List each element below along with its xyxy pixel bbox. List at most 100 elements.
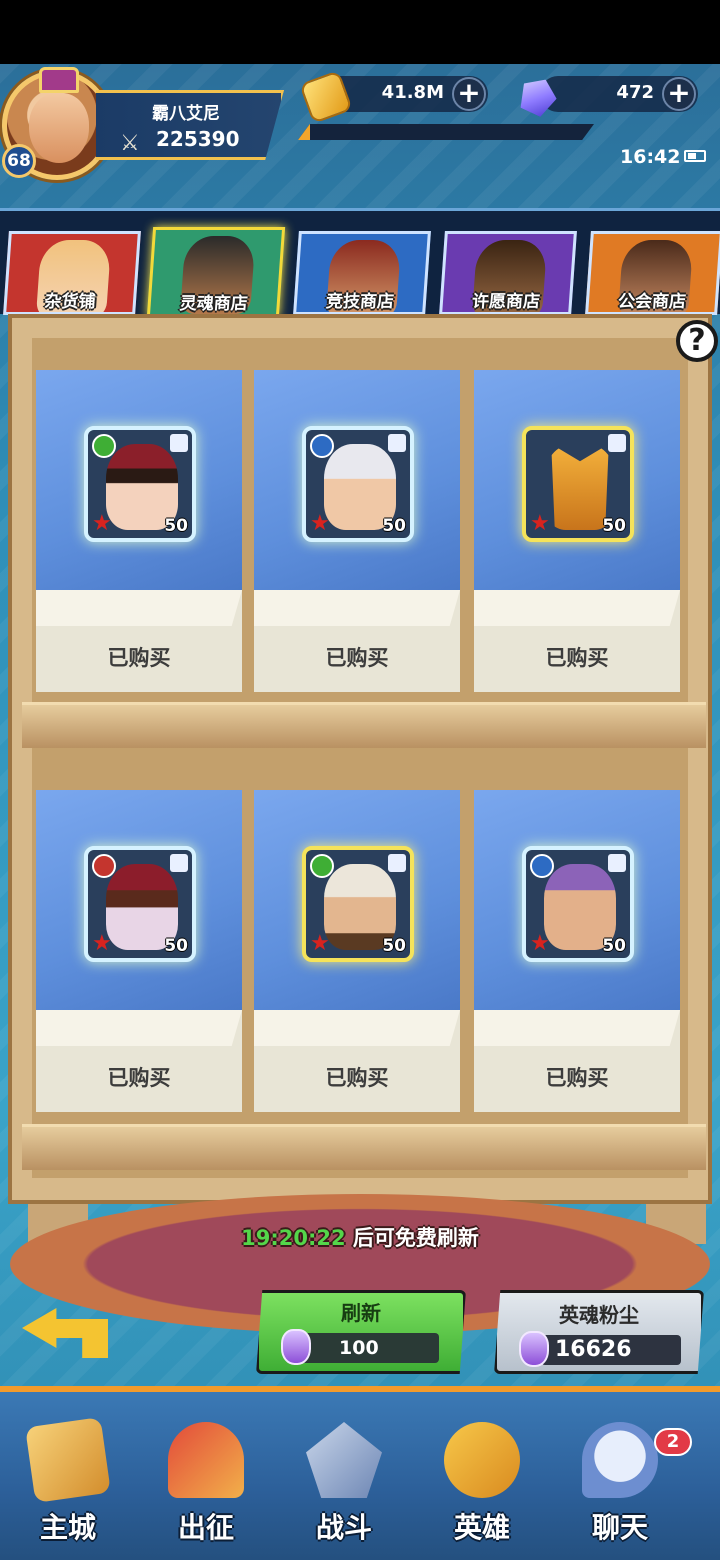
purchased-label: 已购买 — [325, 646, 389, 670]
bottom-navigation: 主城 出征 战斗 英雄 聊天 — [0, 1386, 720, 1560]
star-icon: ★ — [530, 931, 550, 956]
nav-expedition[interactable]: 出征 — [146, 1416, 266, 1560]
star-icon: ★ — [92, 931, 112, 956]
card-footer — [36, 590, 242, 692]
shelf-board — [22, 702, 706, 748]
nature-class-icon — [310, 854, 334, 878]
chat-unread-badge: 2 — [654, 1428, 692, 1456]
hero-portrait: ★ 50 — [522, 846, 634, 962]
card-footer — [36, 1010, 242, 1112]
tab-general-store[interactable]: 杂货铺 — [3, 231, 141, 315]
hero-level: 50 — [164, 936, 188, 956]
hero-portrait: ★ 50 — [84, 426, 196, 542]
nav-heroes[interactable]: 英雄 — [422, 1416, 542, 1560]
soul-fragment-icon — [608, 854, 626, 872]
player-level-badge: 68 — [2, 144, 36, 178]
shop-item-card[interactable]: ★ 50 已购买 — [36, 790, 242, 1112]
nav-label: 主城 — [39, 1511, 96, 1544]
shop-item-card[interactable]: ★ 50 已购买 — [474, 790, 680, 1112]
tab-wish-shop[interactable]: 许愿商店 — [439, 231, 577, 315]
purchased-label: 已购买 — [325, 1066, 389, 1090]
nav-label: 英雄 — [453, 1511, 510, 1544]
avatar-face — [29, 93, 89, 163]
tab-label: 杂货铺 — [43, 292, 97, 312]
tab-arena-shop[interactable]: 竞技商店 — [293, 231, 431, 315]
hero-portrait: ★ 50 — [302, 426, 414, 542]
refresh-timer-text: 后可免费刷新 — [345, 1226, 479, 1250]
hero-portrait: ★ 50 — [522, 426, 634, 542]
nav-label: 战斗 — [315, 1511, 372, 1544]
hero-level: 50 — [382, 516, 406, 536]
star-icon: ★ — [310, 931, 330, 956]
refresh-label: 刷新 — [341, 1301, 381, 1325]
soul-fragment-icon — [608, 434, 626, 452]
shop-tabs: 杂货铺 灵魂商店 竞技商店 许愿商店 公会商店 — [0, 208, 720, 317]
hero-helmet-icon — [444, 1422, 520, 1498]
purchased-label: 已购买 — [107, 1066, 171, 1090]
add-gem-button[interactable]: + — [662, 77, 696, 111]
hero-level: 50 — [602, 516, 626, 536]
tab-guild-shop[interactable]: 公会商店 — [585, 231, 720, 315]
shop-item-card[interactable]: ★ 50 已购买 — [36, 370, 242, 692]
gem-value: 472 — [616, 82, 654, 103]
experience-bar-fill — [298, 124, 310, 140]
fire-class-icon — [92, 854, 116, 878]
tab-label: 竞技商店 — [325, 292, 395, 312]
ship-sail-icon — [168, 1422, 244, 1498]
gem-counter: 472 + — [540, 76, 698, 112]
card-footer — [254, 590, 460, 692]
battery-icon — [684, 150, 706, 162]
tab-label: 灵魂商店 — [179, 294, 249, 314]
soul-dust-bar: 16626 — [541, 1335, 681, 1365]
water-class-icon — [310, 434, 334, 458]
nav-label: 出征 — [177, 1511, 234, 1544]
soul-fragment-icon — [170, 434, 188, 452]
crossed-swords-icon — [306, 1422, 382, 1498]
chat-bubble-icon — [582, 1422, 658, 1498]
gold-value: 41.8M — [381, 82, 444, 103]
crossed-swords-icon: ⚔ — [120, 131, 140, 156]
free-refresh-timer: 19:20:22 后可免费刷新 — [0, 1222, 720, 1252]
nav-battle[interactable]: 战斗 — [284, 1416, 404, 1560]
hero-level: 50 — [382, 936, 406, 956]
clock: 16:42 — [620, 146, 681, 168]
shop-item-card[interactable]: ★ 50 已购买 — [254, 790, 460, 1112]
purchased-label: 已购买 — [107, 646, 171, 670]
shop-item-card[interactable]: ★ 50 已购买 — [254, 370, 460, 692]
player-name-plate: 霸八艾尼 ⚔ 225390 — [96, 90, 284, 160]
shop-item-card[interactable]: ★ 50 已购买 — [474, 370, 680, 692]
hero-level: 50 — [602, 936, 626, 956]
system-status-bar — [0, 0, 720, 64]
nav-main-city[interactable]: 主城 — [8, 1416, 128, 1560]
refresh-countdown: 19:20:22 — [241, 1226, 346, 1250]
soul-dust-panel: 英魂粉尘 16626 — [494, 1290, 704, 1374]
hero-portrait: ★ 50 — [302, 846, 414, 962]
star-icon: ★ — [530, 511, 550, 536]
water-class-icon — [530, 854, 554, 878]
card-footer — [474, 1010, 680, 1112]
back-arrow-icon[interactable] — [22, 1308, 108, 1358]
nav-label: 聊天 — [591, 1511, 648, 1544]
help-button[interactable]: ? — [676, 320, 718, 362]
card-footer — [254, 1010, 460, 1112]
experience-bar — [298, 124, 594, 140]
soul-fragment-icon — [388, 434, 406, 452]
tab-soul-shop[interactable]: 灵魂商店 — [146, 227, 286, 317]
add-gold-button[interactable]: + — [452, 77, 486, 111]
purchased-label: 已购买 — [545, 1066, 609, 1090]
player-power: 225390 — [156, 127, 240, 151]
tab-label: 许愿商店 — [471, 292, 541, 312]
refresh-button[interactable]: 刷新 100 — [256, 1290, 466, 1374]
castle-book-icon — [25, 1417, 111, 1503]
purchased-label: 已购买 — [545, 646, 609, 670]
tab-label: 公会商店 — [617, 292, 687, 312]
nature-class-icon — [92, 434, 116, 458]
soul-fragment-icon — [170, 854, 188, 872]
refresh-cost: 100 — [339, 1337, 379, 1359]
hero-level: 50 — [164, 516, 188, 536]
player-name: 霸八艾尼 — [152, 104, 220, 124]
star-icon: ★ — [310, 511, 330, 536]
soul-shop-screen: 68 霸八艾尼 ⚔ 225390 41.8M + 472 + 16:42 杂货铺… — [0, 64, 720, 1560]
shelf-board — [22, 1124, 706, 1170]
crown-icon — [39, 67, 79, 93]
